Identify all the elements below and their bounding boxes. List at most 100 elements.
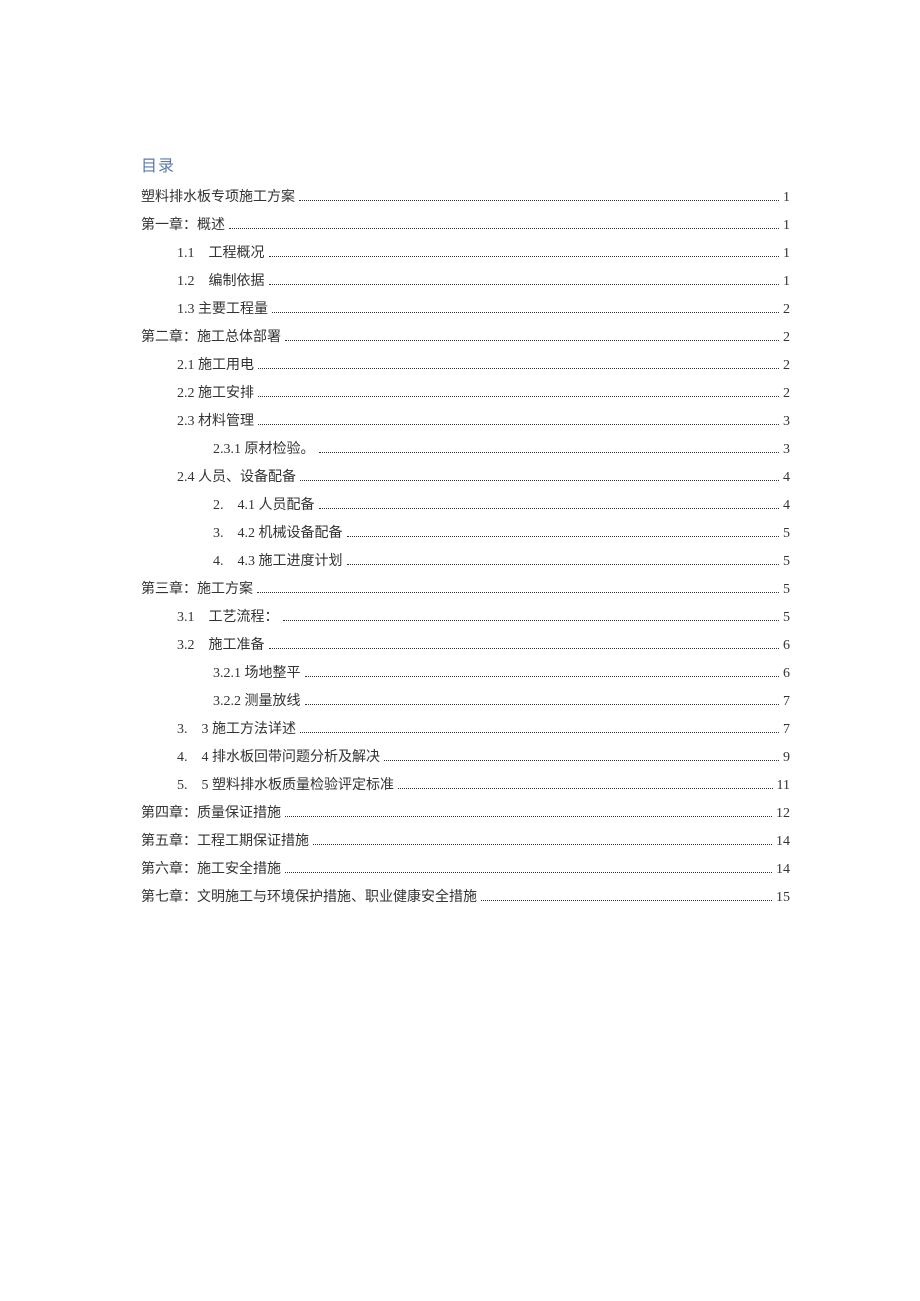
toc-entry: 第二章：施工总体部署 2 [141,324,790,352]
toc-entry-page: 5 [783,604,790,632]
toc-entry: 2.2 施工安排 2 [141,380,790,408]
toc-entry: 2.3 材料管理3 [141,408,790,436]
toc-container: 塑料排水板专项施工方案1第一章：概述11.1 工程概况11.2 编制依据11.3… [141,184,790,912]
toc-entry: 1.3 主要工程量 2 [141,296,790,324]
toc-entry-page: 12 [776,800,790,828]
toc-dots [258,396,779,397]
toc-entry: 第一章：概述 1 [141,212,790,240]
toc-entry-label: 第七章：文明施工与环境保护措施、职业健康安全措施 [141,884,477,912]
toc-dots [300,480,779,481]
toc-entry-label: 3.1 工艺流程： [177,604,279,632]
toc-entry-label: 第四章：质量保证措施 [141,800,281,828]
toc-entry-label: 第二章：施工总体部署 [141,324,281,352]
toc-dots [257,592,779,593]
toc-dots [285,872,772,873]
toc-entry-label: 2.4 人员、设备配备 [177,464,296,492]
toc-entry: 3.2.2 测量放线7 [141,688,790,716]
toc-entry-label: 3. 3 施工方法详述 [177,716,296,744]
toc-entry: 塑料排水板专项施工方案 1 [141,184,790,212]
toc-entry-label: 第六章：施工安全措施 [141,856,281,884]
toc-entry: 2.3.1 原材检验。 3 [141,436,790,464]
toc-entry-label: 2.1 施工用电 [177,352,254,380]
toc-entry: 2. 4.1 人员配备 4 [141,492,790,520]
toc-entry-page: 15 [776,884,790,912]
toc-entry: 1.1 工程概况 1 [141,240,790,268]
toc-entry-label: 5. 5 塑料排水板质量检验评定标准 [177,772,394,800]
toc-entry: 第五章：工程工期保证措施 14 [141,828,790,856]
toc-entry-label: 4. 4.3 施工进度计划 [213,548,343,576]
toc-dots [285,816,772,817]
toc-entry-page: 4 [783,464,790,492]
toc-entry-page: 5 [783,576,790,604]
toc-dots [384,760,779,761]
toc-entry-page: 2 [783,324,790,352]
toc-entry-label: 塑料排水板专项施工方案 [141,184,295,212]
toc-entry: 2.4 人员、设备配备 4 [141,464,790,492]
toc-entry: 5. 5 塑料排水板质量检验评定标准 11 [141,772,790,800]
toc-entry-label: 第一章：概述 [141,212,225,240]
toc-entry: 第六章：施工安全措施 14 [141,856,790,884]
toc-dots [272,312,779,313]
toc-entry: 2.1 施工用电 2 [141,352,790,380]
toc-entry-page: 7 [783,688,790,716]
toc-entry-label: 2.2 施工安排 [177,380,254,408]
toc-entry: 4. 4.3 施工进度计划 5 [141,548,790,576]
toc-entry-page: 4 [783,492,790,520]
toc-entry-page: 9 [783,744,790,772]
toc-entry: 第四章：质量保证措施 12 [141,800,790,828]
toc-dots [258,424,779,425]
toc-entry-label: 2.3.1 原材检验。 [213,436,315,464]
toc-dots [313,844,772,845]
toc-dots [269,284,780,285]
toc-entry-label: 1.3 主要工程量 [177,296,268,324]
toc-entry-label: 1.2 编制依据 [177,268,265,296]
toc-entry-label: 第三章：施工方案 [141,576,253,604]
toc-entry-page: 5 [783,520,790,548]
toc-entry: 4. 4 排水板回带问题分析及解决9 [141,744,790,772]
toc-entry-page: 14 [776,828,790,856]
toc-dots [283,620,780,621]
toc-entry-page: 2 [783,380,790,408]
toc-entry-page: 2 [783,352,790,380]
toc-entry-page: 5 [783,548,790,576]
toc-entry-page: 3 [783,436,790,464]
toc-entry-page: 6 [783,632,790,660]
toc-entry-label: 第五章：工程工期保证措施 [141,828,309,856]
toc-entry: 3.2.1 场地整平6 [141,660,790,688]
toc-dots [319,508,780,509]
toc-dots [481,900,772,901]
toc-entry-label: 3.2 施工准备 [177,632,265,660]
toc-entry-page: 14 [776,856,790,884]
toc-entry: 3.2 施工准备 6 [141,632,790,660]
toc-entry-page: 6 [783,660,790,688]
toc-entry: 3. 4.2 机械设备配备 5 [141,520,790,548]
toc-entry: 第七章：文明施工与环境保护措施、职业健康安全措施 15 [141,884,790,912]
toc-dots [269,256,780,257]
toc-entry-page: 1 [783,240,790,268]
toc-entry: 3. 3 施工方法详述 7 [141,716,790,744]
toc-entry-page: 2 [783,296,790,324]
toc-dots [347,564,780,565]
toc-entry-label: 1.1 工程概况 [177,240,265,268]
toc-entry-label: 2. 4.1 人员配备 [213,492,315,520]
toc-entry: 3.1 工艺流程： 5 [141,604,790,632]
toc-entry-page: 1 [783,268,790,296]
toc-entry-page: 11 [777,772,790,800]
toc-entry-page: 1 [783,212,790,240]
toc-dots [398,788,773,789]
toc-entry: 第三章：施工方案 5 [141,576,790,604]
toc-entry-page: 7 [783,716,790,744]
toc-dots [258,368,779,369]
toc-dots [300,732,779,733]
toc-dots [319,452,780,453]
toc-dots [305,676,780,677]
toc-entry-page: 1 [783,184,790,212]
toc-entry: 1.2 编制依据 1 [141,268,790,296]
toc-dots [269,648,780,649]
toc-entry-page: 3 [783,408,790,436]
toc-dots [229,228,779,229]
toc-dots [285,340,779,341]
toc-entry-label: 3. 4.2 机械设备配备 [213,520,343,548]
toc-title: 目录 [141,152,790,176]
toc-dots [299,200,779,201]
